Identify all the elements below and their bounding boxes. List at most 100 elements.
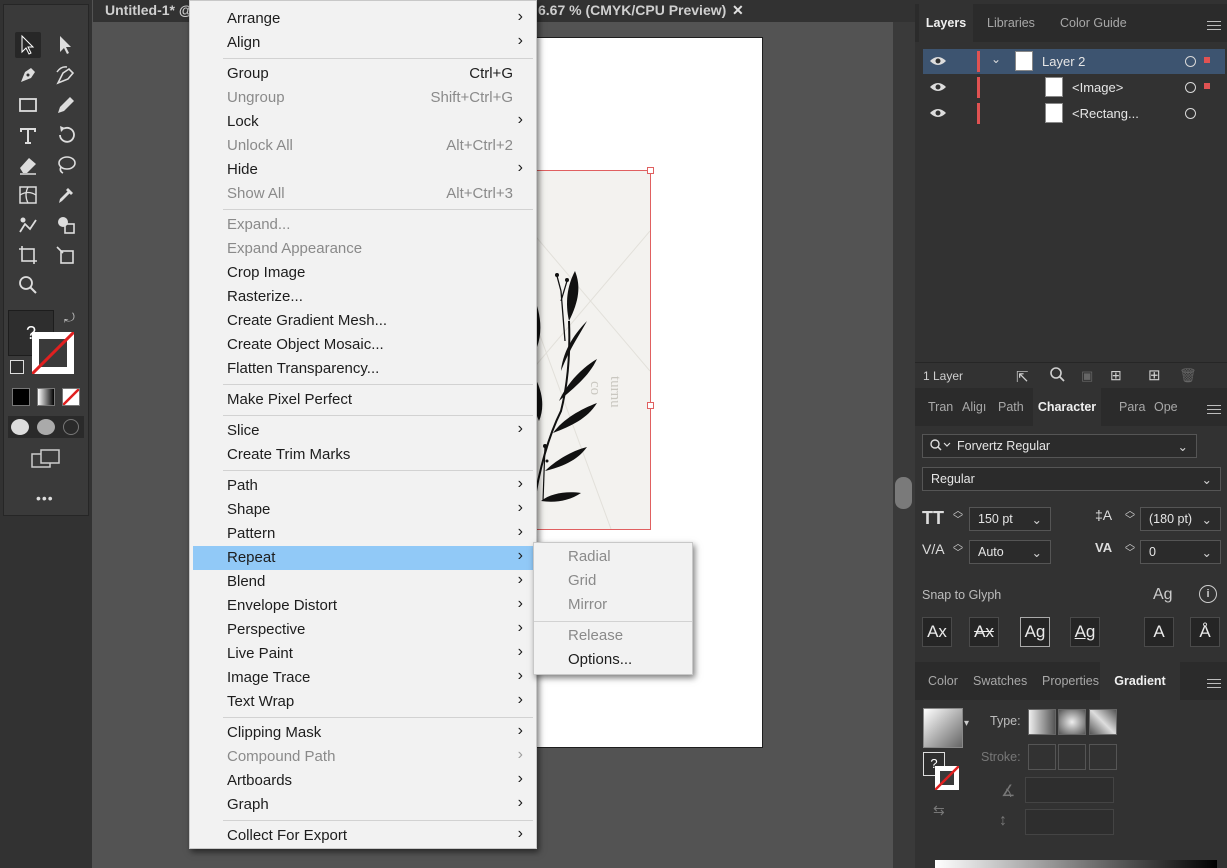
menu-item-collect-for-export[interactable]: Collect For Export › <box>193 824 533 848</box>
color-mode-icon[interactable] <box>12 388 30 406</box>
chevron-down-icon[interactable]: ⌄ <box>1202 472 1212 487</box>
pen-tool[interactable] <box>15 62 41 88</box>
direct-selection-tool[interactable] <box>53 32 79 58</box>
eraser-tool[interactable] <box>15 152 41 178</box>
shape-builder-tool[interactable] <box>53 212 79 238</box>
menu-item-create-gradient-mesh[interactable]: Create Gradient Mesh... <box>193 309 533 333</box>
stroke-within-button[interactable] <box>1028 744 1056 770</box>
chevron-down-icon[interactable]: ⌄ <box>1202 545 1212 560</box>
tab-pathfinder[interactable]: Path <box>998 388 1024 426</box>
rotate-tool[interactable] <box>53 122 79 148</box>
menu-item-compound-path[interactable]: Compound Path › <box>193 745 533 769</box>
menu-item-show-all[interactable]: Show All Alt+Ctrl+3 <box>193 182 533 206</box>
curvature-tool[interactable] <box>53 62 79 88</box>
layer-row[interactable]: <Image> <box>923 75 1225 100</box>
tab-opentype[interactable]: Ope <box>1154 388 1178 426</box>
chevron-down-icon[interactable]: ⌄ <box>1032 512 1042 527</box>
leading-field[interactable]: (180 pt) ⌄ <box>1140 507 1221 531</box>
menu-item-image-trace[interactable]: Image Trace › <box>193 666 533 690</box>
chevron-down-icon[interactable]: ⌄ <box>1032 545 1042 560</box>
snap-anchor-button[interactable]: Å <box>1190 617 1220 647</box>
snap-baseline-button[interactable]: Ax <box>922 617 952 647</box>
tab-align[interactable]: Aligı <box>962 388 986 426</box>
menu-item-create-trim-marks[interactable]: Create Trim Marks <box>193 443 533 467</box>
layer-name[interactable]: <Image> <box>1072 80 1123 95</box>
mesh-tool[interactable] <box>15 182 41 208</box>
stroke-across-button[interactable] <box>1089 744 1117 770</box>
draw-inside-icon[interactable] <box>63 419 79 435</box>
more-tools-icon[interactable]: ••• <box>36 490 54 506</box>
gradient-aspect-field[interactable] <box>1025 809 1114 835</box>
submenu-item-release[interactable]: Release <box>568 627 623 644</box>
swap-fill-stroke-icon[interactable]: ⤾ <box>64 310 75 326</box>
menu-item-artboards[interactable]: Artboards › <box>193 769 533 793</box>
close-tab-icon[interactable]: ✕ <box>732 0 744 20</box>
gradient-angle-field[interactable] <box>1025 777 1114 803</box>
selection-tool[interactable] <box>15 32 41 58</box>
rectangle-tool[interactable] <box>15 92 41 118</box>
snap-xheight-button[interactable]: Ax <box>969 617 999 647</box>
chevron-down-icon[interactable]: ⌄ <box>1178 439 1188 454</box>
menu-item-clipping-mask[interactable]: Clipping Mask › <box>193 721 533 745</box>
submenu-item-radial[interactable]: Radial <box>568 548 611 565</box>
panel-menu-icon[interactable] <box>1207 18 1221 33</box>
tab-swatches[interactable]: Swatches <box>973 662 1027 700</box>
tracking-stepper[interactable]: ︿ ﹀ <box>1125 540 1135 559</box>
menu-item-group[interactable]: Group Ctrl+G <box>193 62 533 86</box>
menu-item-align[interactable]: Align › <box>193 31 533 55</box>
panel-menu-icon[interactable] <box>1207 402 1221 417</box>
menu-item-slice[interactable]: Slice › <box>193 419 533 443</box>
submenu-item-options[interactable]: Options... <box>568 651 632 668</box>
new-layer-icon[interactable]: ⊞ <box>1148 366 1161 384</box>
snap-angular-button[interactable]: A <box>1144 617 1174 647</box>
menu-item-expand[interactable]: Expand... <box>193 213 533 237</box>
panel-menu-icon[interactable] <box>1207 676 1221 691</box>
font-style-select[interactable]: Regular ⌄ <box>922 467 1221 491</box>
none-mode-icon[interactable] <box>62 388 80 406</box>
pencil-tool[interactable] <box>53 92 79 118</box>
visibility-eye-icon[interactable] <box>929 80 947 94</box>
font-family-select[interactable]: Forvertz Regular ⌄ <box>922 434 1197 458</box>
menu-item-repeat[interactable]: Repeat › <box>193 546 533 570</box>
radial-gradient-button[interactable] <box>1058 709 1086 735</box>
layer-row[interactable]: ⌄ Layer 2 <box>923 49 1225 74</box>
menu-item-flatten-transparency[interactable]: Flatten Transparency... <box>193 357 533 381</box>
clipping-mask-icon[interactable]: ▣ <box>1081 368 1093 384</box>
snap-proximity-button[interactable]: Ag <box>1070 617 1100 647</box>
locate-object-icon[interactable] <box>1049 366 1065 387</box>
chevron-down-icon[interactable]: ⌄ <box>1202 512 1212 527</box>
artboard-tool[interactable] <box>15 242 41 268</box>
tab-properties[interactable]: Properties <box>1042 662 1099 700</box>
freeform-gradient-button[interactable] <box>1089 709 1117 735</box>
menu-item-crop-image[interactable]: Crop Image <box>193 261 533 285</box>
target-icon[interactable] <box>1185 108 1196 119</box>
gradient-swatch[interactable] <box>923 708 963 748</box>
menu-item-path[interactable]: Path › <box>193 474 533 498</box>
layer-name[interactable]: Layer 2 <box>1042 54 1085 69</box>
gradient-stroke-swatch[interactable] <box>935 766 959 790</box>
bbox-handle[interactable] <box>647 167 654 174</box>
reverse-gradient-icon[interactable]: ⇆ <box>933 802 945 819</box>
stroke-swatch[interactable] <box>32 332 74 374</box>
menu-item-envelope-distort[interactable]: Envelope Distort › <box>193 594 533 618</box>
gradient-mode-icon[interactable] <box>37 388 55 406</box>
leading-stepper[interactable]: ︿ ﹀ <box>1125 507 1135 526</box>
menu-item-create-object-mosaic[interactable]: Create Object Mosaic... <box>193 333 533 357</box>
menu-item-live-paint[interactable]: Live Paint › <box>193 642 533 666</box>
menu-item-shape[interactable]: Shape › <box>193 498 533 522</box>
chevron-down-icon[interactable]: ▾ <box>964 718 969 729</box>
bbox-handle[interactable] <box>647 402 654 409</box>
zoom-tool[interactable] <box>15 272 41 298</box>
snap-glyph-bounds-button[interactable]: Ag <box>1020 617 1050 647</box>
draw-behind-icon[interactable] <box>37 419 55 435</box>
target-icon[interactable] <box>1185 82 1196 93</box>
menu-item-blend[interactable]: Blend › <box>193 570 533 594</box>
lasso-tool[interactable] <box>53 152 79 178</box>
font-size-stepper[interactable]: ︿ ﹀ <box>953 507 963 526</box>
menu-item-perspective[interactable]: Perspective › <box>193 618 533 642</box>
gradient-slider[interactable] <box>935 860 1217 868</box>
kerning-field[interactable]: Auto ⌄ <box>969 540 1051 564</box>
document-tab[interactable]: Untitled-1* @ <box>105 0 193 22</box>
tab-transform[interactable]: Tran <box>928 388 953 426</box>
tab-character[interactable]: Character <box>1033 388 1101 426</box>
